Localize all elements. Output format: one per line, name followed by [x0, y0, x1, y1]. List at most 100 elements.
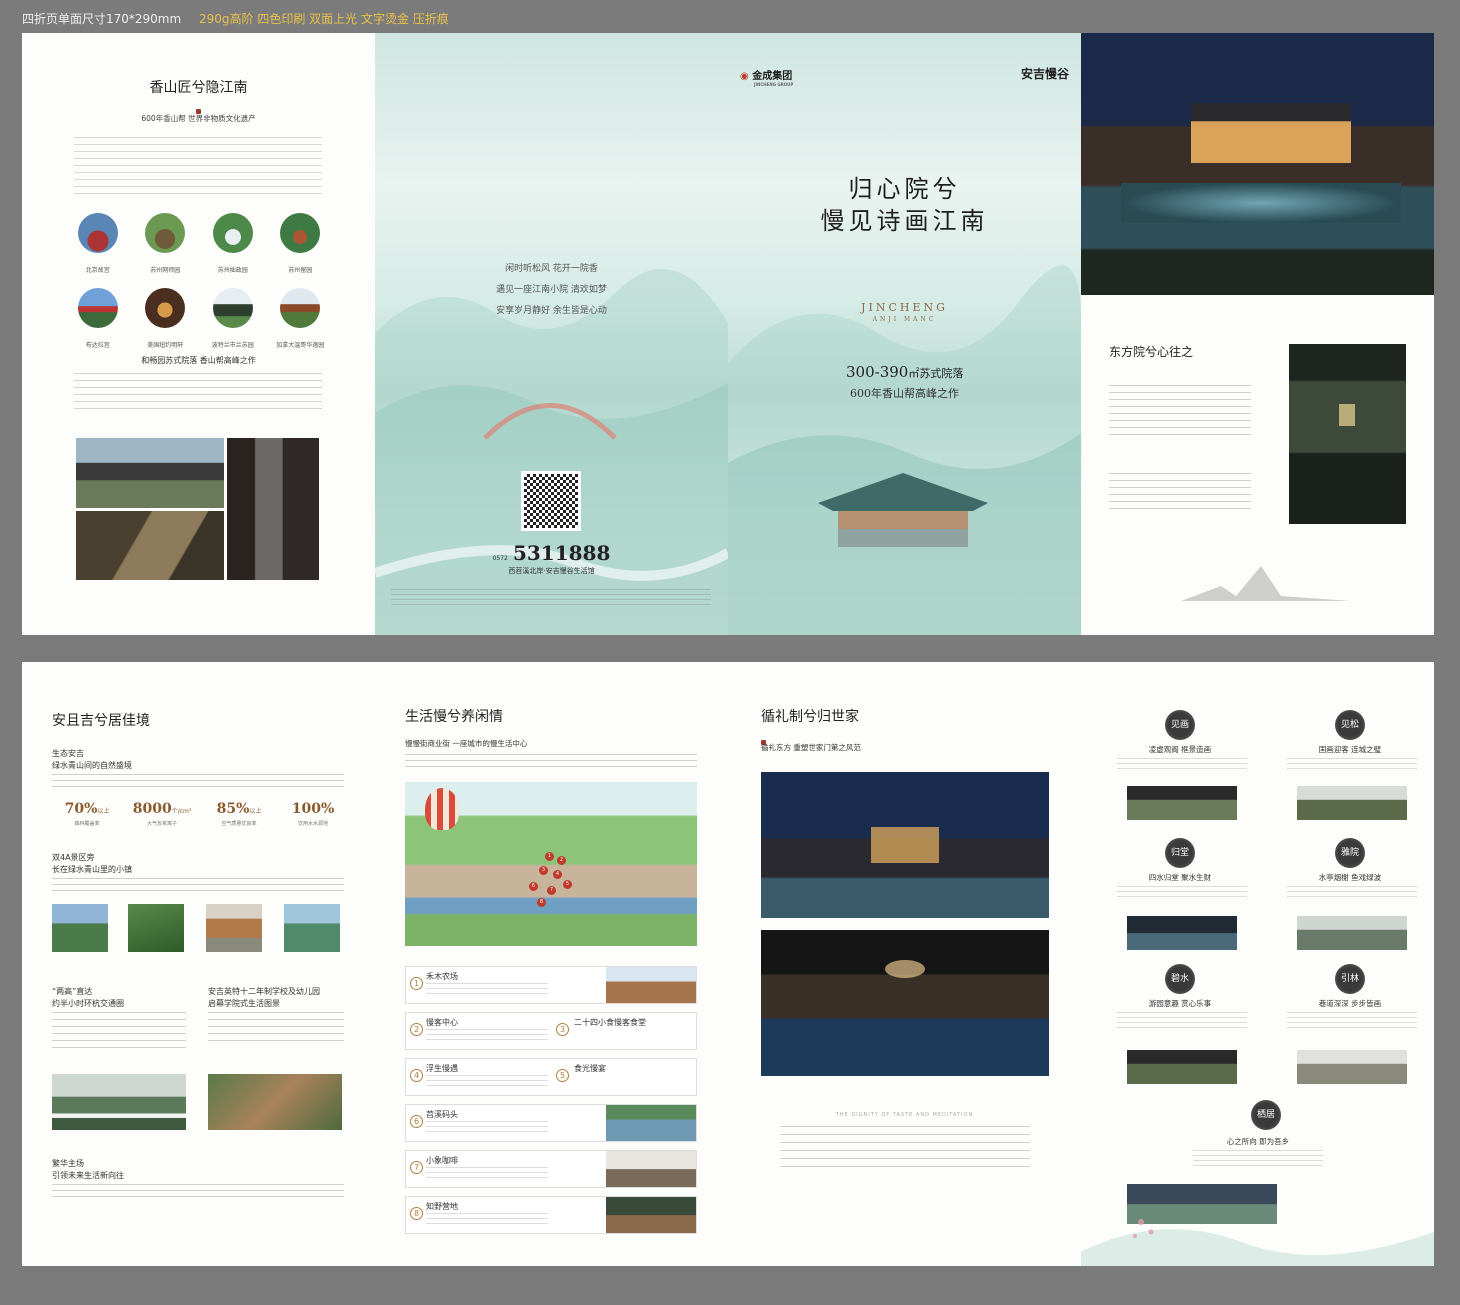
body-text-block	[74, 137, 322, 197]
site-label: 苏州网师园	[150, 267, 181, 274]
item-title: 苕溪码头	[426, 1110, 458, 1119]
garden-photo	[76, 438, 224, 508]
panel-anji-living: 安且吉兮居佳境 生态安吉 绿水青山间的自然盛境 70%以上 森林覆盖率 8000个…	[22, 662, 375, 1266]
item-title: 小象咖啡	[426, 1156, 458, 1165]
body-text-block	[1109, 473, 1251, 513]
scene-photo	[1297, 1050, 1407, 1084]
scene-photo	[1127, 786, 1237, 820]
scenic-photo	[206, 904, 262, 952]
brand-icon: ◉	[740, 71, 749, 82]
project-logo: 安吉慢谷	[1020, 67, 1069, 81]
body-text-block	[74, 373, 322, 411]
site-photo	[77, 213, 118, 253]
headline-line: 慢见诗画江南	[820, 207, 989, 235]
item-title: 浮生慢遇	[426, 1064, 458, 1073]
poem-line: 安享岁月静好 余生皆是心动	[496, 306, 607, 316]
qr-code[interactable]	[521, 471, 581, 531]
corridor-photo	[227, 438, 319, 580]
item-title: 食光慢宴	[574, 1064, 606, 1073]
scene-desc	[1117, 758, 1247, 770]
scene-desc	[1193, 1150, 1323, 1166]
project-en-name: JINCHENG	[861, 301, 948, 314]
panel-heritage-home: 循礼制兮归世家 循礼东方 重塑世家门第之风范 THE DIGNITY OF TA…	[728, 662, 1081, 1266]
address: 西苕溪北岸·安吉慢谷生活馆	[508, 567, 595, 575]
item-desc	[426, 1029, 548, 1041]
illustrated-map[interactable]: 1 2 3 4 5 6 7 8	[405, 782, 697, 946]
site-item: 苏州网师园	[132, 213, 200, 276]
panel-slow-living: 生活慢兮养闲情 慢慢街商业街 一座城市的慢生活中心 1 2 3 4 5 6 7 …	[375, 662, 728, 1266]
map-pin[interactable]: 4	[553, 870, 562, 879]
stat-ions: 8000个/cm³ 大气负氧离子	[122, 798, 202, 827]
rockery-photo	[76, 511, 224, 580]
site-label: 加拿大温哥华逸园	[276, 342, 325, 349]
gate-night-photo	[761, 772, 1049, 918]
map-pin[interactable]: 6	[529, 882, 538, 891]
tel-number: 5311888	[512, 541, 611, 565]
print-spec: 四折页单面尺寸170*290mm 290g高阶 四色印刷 双面上光 文字烫金 压…	[22, 10, 449, 27]
hotline: 0572 5311888	[375, 541, 728, 565]
item-desc	[426, 983, 548, 995]
en-caption: THE DIGNITY OF TASTE AND MEDITATION	[835, 1112, 974, 1118]
site-label: 苏州留园	[288, 267, 313, 274]
cafe-photo	[606, 1151, 696, 1187]
body-text-block	[52, 774, 344, 788]
panel-title: 东方院兮心往之	[1109, 345, 1194, 359]
tel-prefix: 0572	[492, 555, 508, 562]
scene-desc	[1287, 758, 1417, 770]
panel-garden-scenes: 见画 见松 凌虚观阁 框景造画 国画迎客 连城之璧 归堂 雅院 四水归堂 聚水生…	[1081, 662, 1434, 1266]
stat-unit: 个/cm³	[171, 808, 192, 815]
item-title: 二十四小食慢客食堂	[574, 1018, 646, 1027]
site-item: 美国纽约明轩	[132, 288, 200, 351]
body-text-block	[52, 1184, 344, 1198]
stat-desc: 森林覆盖率	[74, 821, 100, 827]
body-text-block	[52, 878, 344, 892]
item-desc	[426, 1167, 548, 1179]
site-item: 波特兰市兰苏园	[199, 288, 267, 351]
map-pin[interactable]: 7	[547, 886, 556, 895]
map-pin[interactable]: 5	[563, 880, 572, 889]
scene-title: 凌虚观阁 框景造画	[1148, 745, 1212, 754]
brand-logo: ◉ 金成集团 JINCHENG GROUP	[740, 67, 793, 87]
map-pin[interactable]: 2	[557, 856, 566, 865]
ink-wash-decoration	[1081, 1219, 1434, 1266]
headline: 归心院兮 慢见诗画江南	[728, 173, 1081, 237]
panel-subtitle: 600年香山帮 世界非物质文化遗产	[141, 114, 256, 123]
site-label: 苏州拙政园	[217, 267, 248, 274]
scene-title: 四水归堂 聚水生财	[1148, 873, 1212, 882]
site-item: 苏州拙政园	[199, 213, 267, 276]
item-number: 3	[556, 1023, 569, 1036]
site-photo	[212, 288, 253, 328]
item-number: 8	[410, 1207, 423, 1220]
item-number: 7	[410, 1161, 423, 1174]
scenic-photo	[52, 904, 108, 952]
headline-line: 归心院兮	[848, 175, 961, 203]
section-heading: 生态安吉 绿水青山间的自然盛境	[52, 748, 132, 772]
ink-mountain-icon	[1181, 566, 1351, 601]
scene-photo	[1297, 786, 1407, 820]
panel-title: 生活慢兮养闲情	[405, 709, 503, 725]
stat-forest: 70%以上 森林覆盖率	[52, 798, 122, 827]
dock-photo	[606, 1105, 696, 1141]
item-desc	[426, 1075, 548, 1087]
heading-line: 引领未来生活新向往	[52, 1171, 124, 1180]
item-title: 慢客中心	[426, 1018, 458, 1027]
site-item: 布达拉宫	[64, 288, 132, 351]
section-heading: 安吉英特十二年制学校及幼儿园 启幕学院式生活图景	[208, 986, 320, 1010]
heading-line: 繁华主场	[52, 1159, 84, 1168]
scene-title: 水亭烟榭 鱼戏绿波	[1318, 873, 1382, 882]
map-pin[interactable]: 1	[545, 852, 554, 861]
scene-badge: 雅院	[1335, 838, 1365, 868]
stat-unit: 以上	[97, 808, 110, 815]
map-pin[interactable]: 3	[539, 866, 548, 875]
map-pin[interactable]: 8	[537, 898, 546, 907]
site-photo	[77, 288, 118, 328]
scene-desc	[1117, 886, 1247, 898]
facility-item: 1 禾木农场	[405, 966, 697, 1004]
entrance-hall-photo	[761, 930, 1049, 1076]
panel-back-cover: 闲时听松风 花开一院香 遇见一座江南小院 清欢如梦 安享岁月静好 余生皆是心动 …	[375, 33, 728, 635]
brand-name: 金成集团	[752, 71, 793, 82]
scene-badge: 见画	[1165, 710, 1195, 740]
scene-desc	[1287, 886, 1417, 898]
cover-tagline: 600年香山帮高峰之作	[850, 387, 959, 400]
stat-water: 100% 饮用水水源地	[278, 798, 348, 827]
